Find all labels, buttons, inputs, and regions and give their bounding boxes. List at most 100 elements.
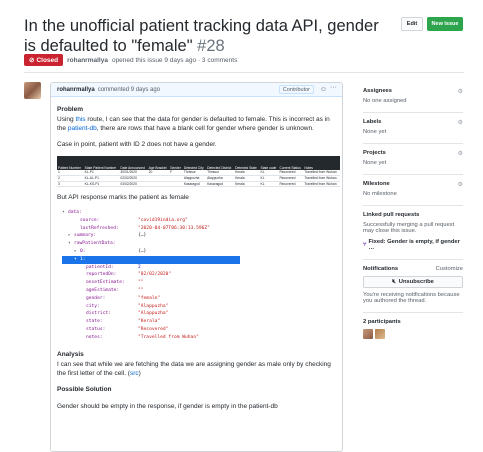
assignees-value: No one assigned bbox=[363, 98, 407, 104]
table-cell: Kerala bbox=[234, 181, 260, 187]
projects-section[interactable]: Projects ⚙ None yet bbox=[363, 144, 463, 175]
avatar[interactable] bbox=[363, 329, 373, 339]
table-header-cell: Detected City bbox=[183, 165, 204, 170]
projects-heading: Projects bbox=[363, 150, 386, 156]
linked-pr-text: Successfully merging a pull request may … bbox=[363, 222, 455, 234]
gear-icon[interactable]: ⚙ bbox=[458, 150, 463, 157]
api-paragraph: But API response marks the patient as fe… bbox=[57, 194, 189, 201]
table-header-cell: Notes bbox=[304, 165, 313, 170]
linked-pr-section: Linked pull requests Successfully mergin… bbox=[363, 206, 463, 260]
mute-icon: 🔇︎ bbox=[392, 278, 396, 285]
milestone-section[interactable]: Milestone ⚙ No milestone bbox=[363, 175, 463, 206]
json-row-1-selected[interactable]: ▾ 1: bbox=[62, 255, 240, 264]
table-header-cell: Date Announced bbox=[120, 165, 145, 170]
notifications-heading: Notifications Customize bbox=[363, 266, 463, 272]
table-row: 3 KL-KS-P1 03/02/2020 Kasaragod Kasaragod Ker… bbox=[57, 181, 340, 187]
header-divider bbox=[24, 72, 464, 73]
linked-pr-heading: Linked pull requests bbox=[363, 212, 420, 218]
linked-pr-item[interactable]: ⑂ Fixed: Gender is empty, if gender … bbox=[363, 239, 463, 251]
json-row-summary[interactable]: ▸ summary: {…} bbox=[62, 232, 336, 240]
solution-heading: Possible Solution bbox=[57, 385, 112, 393]
merged-pr-icon: ⑂ bbox=[363, 242, 367, 248]
table-header-cell: Current Status bbox=[279, 165, 301, 170]
issue-number: #28 bbox=[197, 37, 225, 55]
route-link[interactable]: this bbox=[75, 116, 85, 123]
gear-icon[interactable]: ⚙ bbox=[458, 181, 463, 188]
gear-icon[interactable]: ⚙ bbox=[458, 119, 463, 126]
table-header-cell: Detected State bbox=[235, 165, 257, 170]
json-row-0[interactable]: ▸ 0: {…} bbox=[62, 248, 336, 256]
table-cell bbox=[168, 181, 183, 187]
issue-author-link[interactable]: rohanrmallya bbox=[67, 57, 108, 64]
patient-db-link[interactable]: patient-db bbox=[68, 125, 97, 132]
participants-section: 2 participants bbox=[363, 313, 463, 347]
table-cell: Travelled from Wuhan bbox=[303, 181, 340, 187]
json-row-lastrefreshed: lastRefreshed: "2020-04-07T06:30:13.596Z" bbox=[80, 225, 210, 231]
json-row-rawpatientdata[interactable]: ▾ rawPatientData: bbox=[62, 240, 336, 248]
comment-header: rohanrmallya commented 9 days ago Contri… bbox=[51, 83, 342, 97]
json-row-data[interactable]: ▾ data: bbox=[62, 209, 336, 217]
table-cell: KL bbox=[259, 181, 279, 187]
comment-time[interactable]: commented 9 days ago bbox=[98, 87, 160, 93]
table-cell: 03/02/2020 bbox=[119, 181, 148, 187]
more-options-icon[interactable]: ··· bbox=[330, 84, 337, 91]
notifications-reason: You're receiving notifications because y… bbox=[363, 292, 460, 304]
src-link[interactable]: src bbox=[130, 370, 139, 377]
issue-sidebar: Assignees ⚙ No one assigned Labels ⚙ Non… bbox=[363, 82, 463, 347]
json-row-onsetestimate: onsetEstimate: "" bbox=[86, 280, 144, 286]
new-issue-button[interactable]: New issue bbox=[427, 17, 463, 31]
table-header-cell: Patient Number bbox=[58, 165, 81, 170]
problem-paragraph: Using this route, I can see that the dat… bbox=[57, 116, 330, 132]
labels-heading: Labels bbox=[363, 119, 382, 125]
smiley-icon[interactable]: ☺ bbox=[320, 86, 327, 93]
json-viewer: ▾ data: source: "covid19india.org" lastRef… bbox=[57, 209, 336, 342]
projects-value: None yet bbox=[363, 160, 387, 166]
labels-value: None yet bbox=[363, 129, 387, 135]
analysis-paragraph: I can see that while we are fetching the… bbox=[57, 360, 331, 377]
avatar[interactable] bbox=[375, 329, 385, 339]
json-row-state: state: "Kerala" bbox=[86, 319, 161, 325]
table-header-cell: State code bbox=[260, 165, 277, 170]
table-cell: Recovered bbox=[278, 181, 304, 187]
comment-author[interactable]: rohanrmallya bbox=[57, 87, 95, 93]
table-header-cell: Gender bbox=[169, 165, 181, 170]
json-row-status: status: "Recovered" bbox=[86, 326, 169, 332]
solution-paragraph: Gender should be empty in the response, … bbox=[57, 402, 278, 410]
assignees-heading: Assignees bbox=[363, 88, 392, 94]
analysis-heading: Analysis bbox=[57, 350, 84, 358]
table-cell bbox=[147, 181, 169, 187]
linked-pr-title[interactable]: Fixed: Gender is empty, if gender … bbox=[368, 239, 463, 251]
customize-link[interactable]: Customize bbox=[436, 266, 463, 272]
json-row-notes: notes: "Travelled from Wuhan" bbox=[86, 334, 199, 340]
issue-meta-text: opened this issue 9 days ago · 3 comment… bbox=[111, 56, 238, 64]
table-cell: 3 bbox=[57, 181, 84, 187]
issue-title: In the unofficial patient tracking data … bbox=[24, 16, 394, 56]
avatar[interactable] bbox=[24, 82, 41, 99]
status-badge: ⊘ Closed bbox=[24, 54, 64, 66]
table-cell: Travelled from Wuhan bbox=[303, 170, 340, 176]
unsubscribe-button[interactable]: 🔇︎ Unsubscribe bbox=[363, 276, 463, 288]
closed-icon: ⊘ bbox=[29, 57, 35, 64]
milestone-heading: Milestone bbox=[363, 181, 390, 187]
participants-avatars bbox=[363, 329, 463, 339]
labels-section[interactable]: Labels ⚙ None yet bbox=[363, 113, 463, 144]
json-row-reportedon: reportedOn: "02/02/2020" bbox=[86, 272, 172, 278]
json-row-gender: gender: "female" bbox=[86, 295, 161, 301]
comment-box: rohanrmallya commented 9 days ago Contri… bbox=[50, 82, 343, 452]
edit-button[interactable]: Edit bbox=[401, 17, 423, 31]
milestone-value: No milestone bbox=[363, 191, 397, 197]
patient-db-screenshot: Patient Number State Patient Number Date A… bbox=[57, 156, 340, 187]
table-cell: KL-KS-P1 bbox=[83, 181, 120, 187]
problem-heading: Problem bbox=[57, 106, 84, 113]
json-row-district: district: "Alappuzha" bbox=[86, 311, 169, 317]
issue-meta: ⊘ Closed rohanrmallya opened this issue … bbox=[24, 54, 237, 66]
contributor-badge: Contributor bbox=[278, 85, 314, 94]
gear-icon[interactable]: ⚙ bbox=[458, 88, 463, 95]
table-cell: Kasaragod bbox=[182, 181, 207, 187]
table-cell: Kasaragod bbox=[206, 181, 235, 187]
json-row-city: city: "Alappuzha" bbox=[86, 303, 169, 309]
assignees-section[interactable]: Assignees ⚙ No one assigned bbox=[363, 82, 463, 113]
comment-body: Problem Using this route, I can see that… bbox=[51, 97, 342, 426]
json-row-patientid: patientId: 2 bbox=[86, 264, 141, 270]
table-cell: Travelled from Wuhan bbox=[303, 175, 340, 182]
